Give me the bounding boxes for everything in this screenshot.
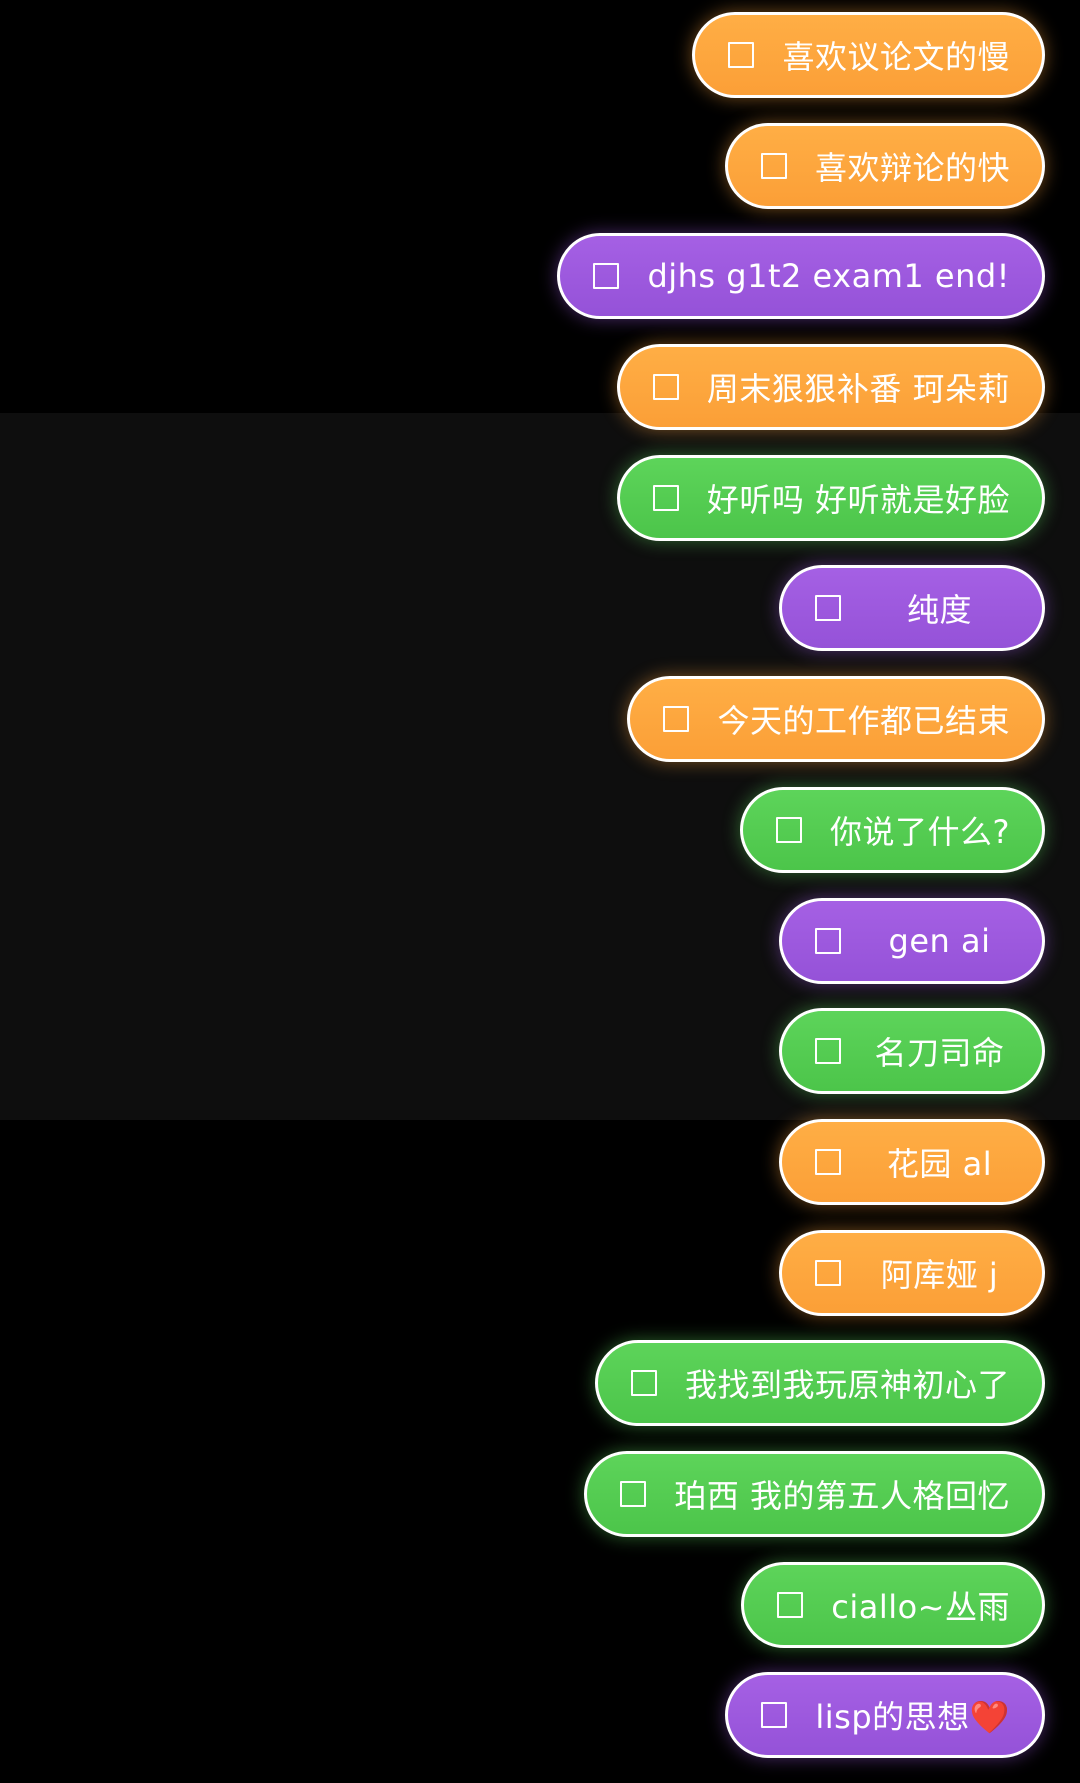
checkbox-icon[interactable] — [815, 927, 841, 954]
checkbox-icon[interactable] — [663, 706, 690, 733]
checkbox-icon[interactable] — [652, 374, 679, 401]
todo-label: gen ai — [888, 921, 991, 960]
checkbox-icon[interactable] — [776, 816, 802, 843]
checkbox-icon[interactable] — [593, 263, 620, 290]
todo-item[interactable]: 我找到我玩原神初心了 — [594, 1340, 1045, 1427]
todo-item[interactable]: 今天的工作都已结束 — [627, 676, 1045, 763]
todo-label: 喜欢辩论的快 — [814, 148, 1010, 187]
todo-label: 阿库娅 j — [880, 1255, 999, 1294]
todo-item[interactable]: 纯度 — [779, 565, 1045, 652]
todo-item[interactable]: 喜欢议论文的慢 — [692, 12, 1045, 98]
checkbox-icon[interactable] — [728, 42, 755, 68]
checkbox-icon[interactable] — [815, 595, 841, 622]
todo-label: 花园 al — [886, 1144, 993, 1183]
todo-item[interactable]: 珀西 我的第五人格回忆 — [584, 1450, 1045, 1537]
checkbox-icon[interactable] — [652, 484, 679, 511]
todo-item[interactable]: 好听吗 好听就是好脸 — [616, 454, 1045, 541]
todo-item[interactable]: djhs g1t2 exam1 end! — [557, 233, 1045, 320]
checkbox-icon[interactable] — [777, 1591, 804, 1618]
todo-item[interactable]: 你说了什么? — [740, 786, 1045, 873]
todo-item[interactable]: 喜欢辩论的快 — [724, 122, 1045, 209]
todo-item[interactable]: gen ai — [779, 897, 1045, 984]
checkbox-icon[interactable] — [761, 1702, 788, 1729]
todo-item[interactable]: ciallo~丛雨 — [741, 1561, 1045, 1648]
checkbox-icon[interactable] — [620, 1480, 647, 1507]
todo-label: 周末狠狠补番 珂朵莉 — [706, 370, 1010, 409]
todo-item[interactable]: lisp的思想❤️ — [725, 1672, 1045, 1759]
todo-item[interactable]: 阿库娅 j — [779, 1229, 1045, 1316]
todo-label: 珀西 我的第五人格回忆 — [674, 1476, 1010, 1515]
todo-label: 我找到我玩原神初心了 — [684, 1366, 1010, 1405]
checkbox-icon[interactable] — [630, 1370, 657, 1397]
todo-label: ciallo~丛雨 — [831, 1587, 1010, 1626]
todo-label: lisp的思想❤️ — [815, 1698, 1010, 1737]
checkbox-icon[interactable] — [815, 1148, 841, 1175]
todo-item[interactable]: 花园 al — [779, 1118, 1045, 1205]
todo-label: djhs g1t2 exam1 end! — [647, 257, 1010, 296]
checkbox-icon[interactable] — [815, 1038, 841, 1065]
checkbox-icon[interactable] — [760, 152, 787, 179]
todo-label: 名刀司命 — [874, 1034, 1005, 1073]
todo-item[interactable]: 名刀司命 — [779, 1008, 1045, 1095]
todo-label: 喜欢议论文的慢 — [782, 38, 1010, 76]
todo-label: 你说了什么? — [830, 812, 1010, 851]
todo-item[interactable]: 周末狠狠补番 珂朵莉 — [616, 344, 1045, 431]
todo-label: 好听吗 好听就是好脸 — [706, 480, 1010, 519]
todo-label: 纯度 — [906, 591, 972, 630]
todo-label: 今天的工作都已结束 — [717, 702, 1010, 741]
todo-list: 喜欢议论文的慢 喜欢辩论的快 djhs g1t2 exam1 end! 周末狠狠… — [557, 12, 1045, 1759]
checkbox-icon[interactable] — [815, 1259, 841, 1286]
